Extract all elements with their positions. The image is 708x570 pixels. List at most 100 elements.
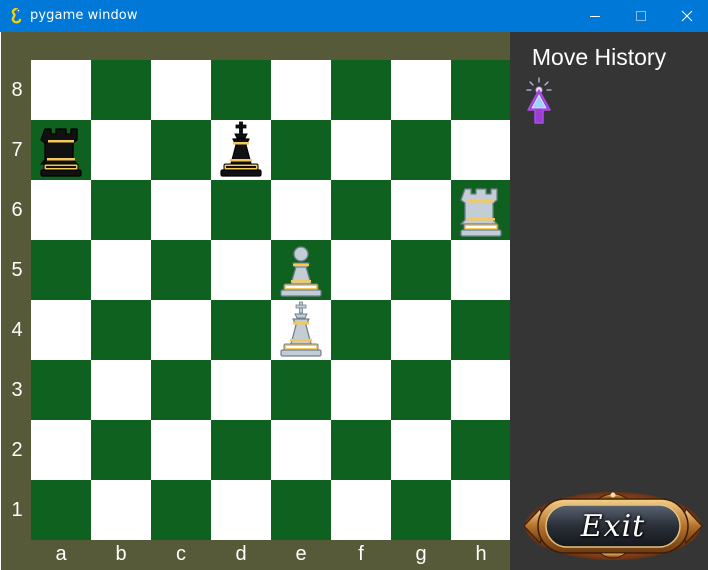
square-f7[interactable]	[331, 120, 391, 180]
square-h7[interactable]	[451, 120, 511, 180]
square-c5[interactable]	[151, 240, 211, 300]
cursor-pointer-icon	[526, 77, 552, 124]
move-history-title: Move History	[531, 44, 667, 70]
rank-label: 4	[11, 319, 23, 341]
square-b8[interactable]	[91, 60, 151, 120]
square-f6[interactable]	[331, 180, 391, 240]
square-h4[interactable]	[451, 300, 511, 360]
square-h6[interactable]	[451, 180, 511, 240]
square-c4[interactable]	[151, 300, 211, 360]
square-e2[interactable]	[271, 420, 331, 480]
rank-label: 5	[11, 259, 23, 281]
square-f3[interactable]	[331, 360, 391, 420]
square-a7[interactable]	[31, 120, 91, 180]
square-a6[interactable]	[31, 180, 91, 240]
close-icon	[681, 10, 693, 22]
chess-piece-black-king[interactable]	[211, 120, 271, 180]
rank-label: 2	[11, 439, 23, 461]
square-b4[interactable]	[91, 300, 151, 360]
square-c3[interactable]	[151, 360, 211, 420]
square-b7[interactable]	[91, 120, 151, 180]
move-history-panel: Move History Exit	[510, 32, 708, 570]
square-e7[interactable]	[271, 120, 331, 180]
square-g8[interactable]	[391, 60, 451, 120]
rank-label: 1	[11, 499, 23, 521]
file-label: c	[176, 543, 186, 565]
square-g3[interactable]	[391, 360, 451, 420]
exit-label: Exit	[580, 508, 646, 544]
square-d1[interactable]	[211, 480, 271, 540]
game-canvas[interactable]: 87654321 abcdefgh Move History Exit	[0, 32, 708, 570]
chess-piece-white-pawn[interactable]	[271, 240, 331, 300]
square-d8[interactable]	[211, 60, 271, 120]
square-d5[interactable]	[211, 240, 271, 300]
square-h1[interactable]	[451, 480, 511, 540]
square-f2[interactable]	[331, 420, 391, 480]
square-a1[interactable]	[31, 480, 91, 540]
square-h3[interactable]	[451, 360, 511, 420]
square-c6[interactable]	[151, 180, 211, 240]
rank-label: 7	[11, 139, 23, 161]
close-button[interactable]	[664, 0, 708, 32]
square-h8[interactable]	[451, 60, 511, 120]
square-d4[interactable]	[211, 300, 271, 360]
square-e4[interactable]	[271, 300, 331, 360]
square-c7[interactable]	[151, 120, 211, 180]
square-b1[interactable]	[91, 480, 151, 540]
square-a2[interactable]	[31, 420, 91, 480]
square-b5[interactable]	[91, 240, 151, 300]
maximize-button[interactable]	[618, 0, 664, 32]
square-f8[interactable]	[331, 60, 391, 120]
maximize-icon	[636, 11, 646, 21]
square-g4[interactable]	[391, 300, 451, 360]
square-g7[interactable]	[391, 120, 451, 180]
square-f4[interactable]	[331, 300, 391, 360]
file-label: h	[475, 543, 487, 565]
board-frame: 8 7 6 5 4 3 2 1 a b c d e f g h	[1, 32, 511, 570]
rank-label: 6	[11, 199, 23, 221]
exit-button[interactable]: Exit	[520, 487, 706, 565]
square-d2[interactable]	[211, 420, 271, 480]
window-titlebar[interactable]: pygame window	[0, 0, 708, 32]
square-d7[interactable]	[211, 120, 271, 180]
square-e1[interactable]	[271, 480, 331, 540]
chess-piece-black-rook[interactable]	[31, 120, 91, 180]
square-g1[interactable]	[391, 480, 451, 540]
chess-board[interactable]	[31, 60, 511, 540]
file-label: f	[358, 543, 364, 565]
minimize-icon	[590, 16, 600, 17]
square-g2[interactable]	[391, 420, 451, 480]
square-a3[interactable]	[31, 360, 91, 420]
file-label: b	[115, 543, 127, 565]
square-b2[interactable]	[91, 420, 151, 480]
square-g5[interactable]	[391, 240, 451, 300]
square-c8[interactable]	[151, 60, 211, 120]
file-label: d	[235, 543, 247, 565]
square-b3[interactable]	[91, 360, 151, 420]
square-c1[interactable]	[151, 480, 211, 540]
file-label: e	[295, 543, 307, 565]
square-a8[interactable]	[31, 60, 91, 120]
square-f5[interactable]	[331, 240, 391, 300]
minimize-button[interactable]	[572, 0, 618, 32]
square-d3[interactable]	[211, 360, 271, 420]
chess-piece-white-king[interactable]	[271, 300, 331, 360]
square-a4[interactable]	[31, 300, 91, 360]
square-e6[interactable]	[271, 180, 331, 240]
rank-label: 8	[11, 79, 23, 101]
square-f1[interactable]	[331, 480, 391, 540]
square-a5[interactable]	[31, 240, 91, 300]
pygame-snake-icon	[11, 8, 22, 24]
file-label: g	[415, 543, 427, 565]
square-h5[interactable]	[451, 240, 511, 300]
chess-piece-white-rook[interactable]	[451, 180, 511, 240]
square-e5[interactable]	[271, 240, 331, 300]
square-d6[interactable]	[211, 180, 271, 240]
rank-label: 3	[11, 379, 23, 401]
square-c2[interactable]	[151, 420, 211, 480]
square-e8[interactable]	[271, 60, 331, 120]
square-h2[interactable]	[451, 420, 511, 480]
square-e3[interactable]	[271, 360, 331, 420]
square-b6[interactable]	[91, 180, 151, 240]
square-g6[interactable]	[391, 180, 451, 240]
